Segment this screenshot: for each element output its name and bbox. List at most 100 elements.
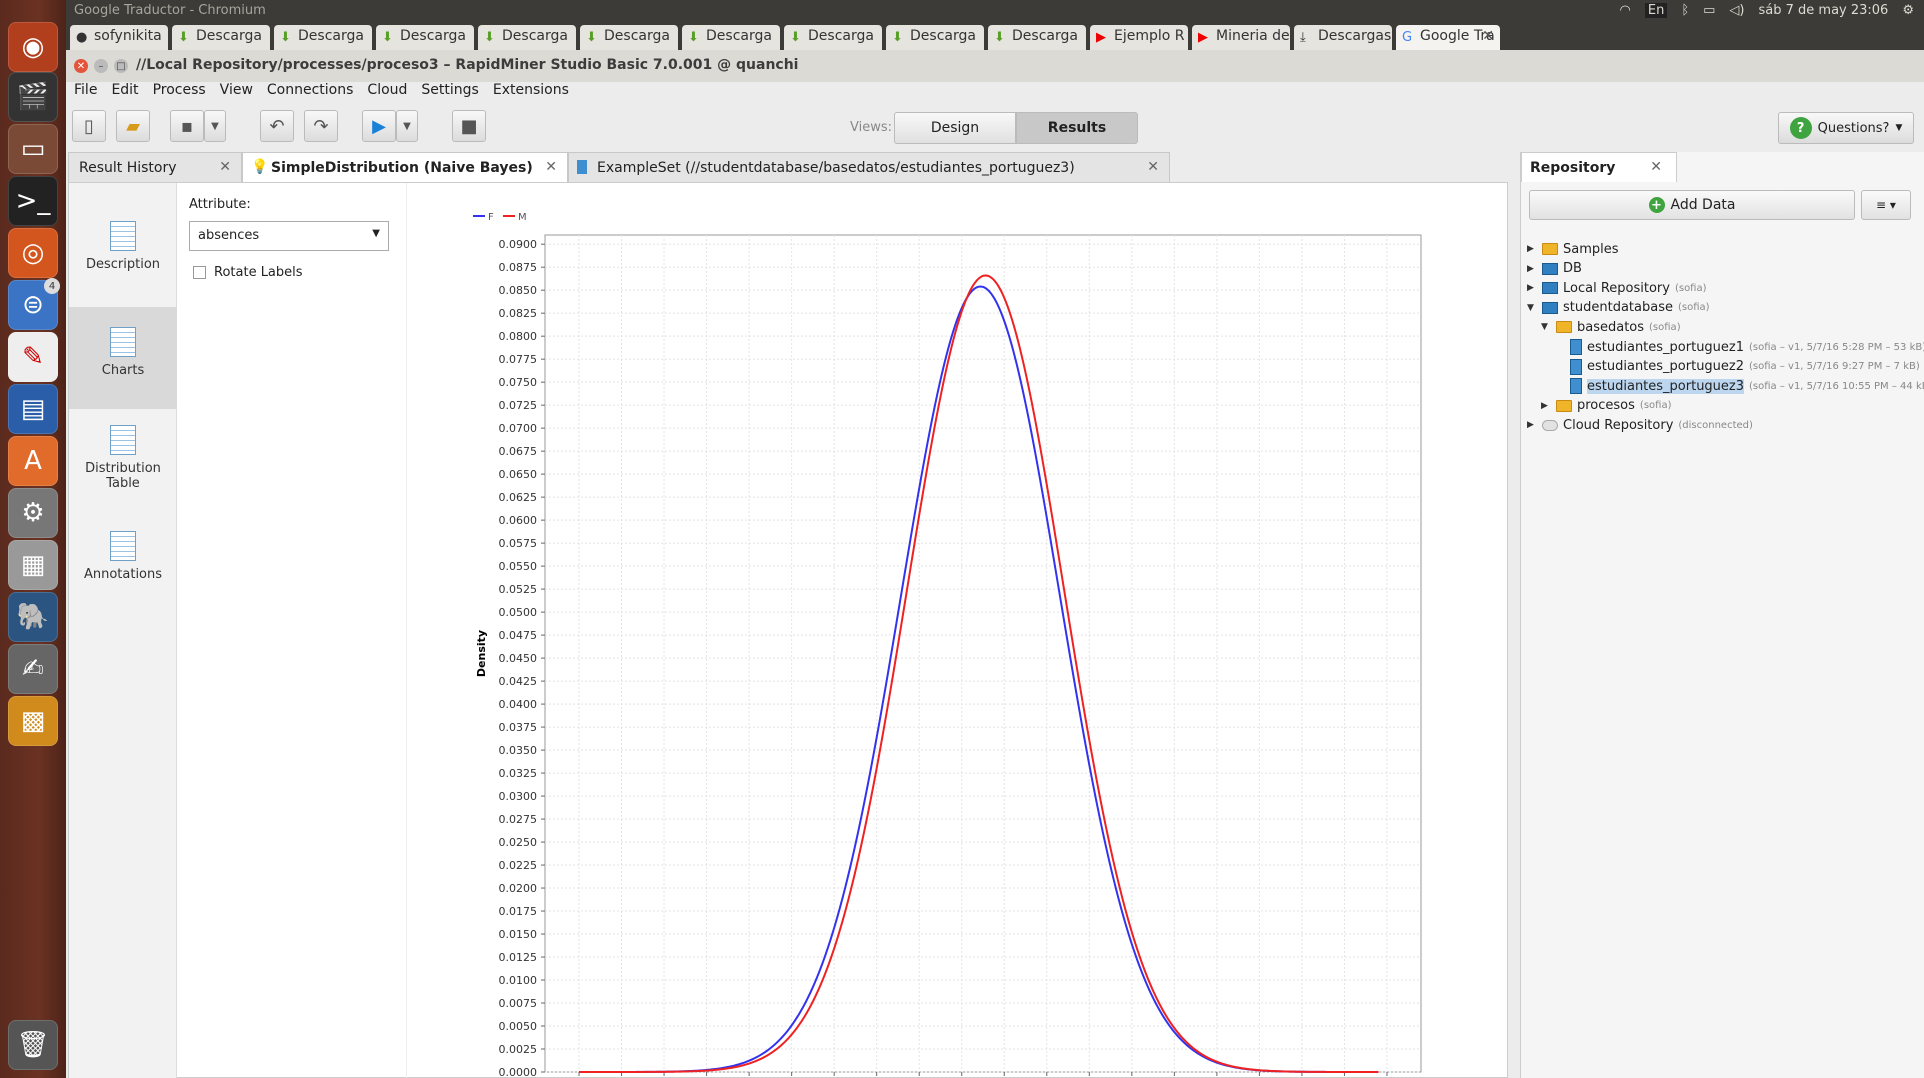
- run-button[interactable]: ▶: [362, 110, 396, 142]
- browser-tab[interactable]: ⬇ Descarga: [376, 25, 474, 50]
- system-settings-icon[interactable]: ⚙: [8, 488, 58, 538]
- postgresql-icon[interactable]: 🐘: [8, 592, 58, 642]
- add-data-button[interactable]: + Add Data: [1529, 190, 1855, 220]
- browser-tab[interactable]: ⬇ Descarga: [988, 25, 1086, 50]
- table-icon: [110, 425, 136, 455]
- browser-tab[interactable]: ⬇ Descarga: [784, 25, 882, 50]
- tab-simple-distribution[interactable]: 💡 SimpleDistribution (Naive Bayes) ✕: [242, 152, 568, 182]
- results-view-button[interactable]: Results: [1016, 112, 1138, 144]
- nav-charts[interactable]: Charts: [69, 307, 177, 409]
- chevron-down-icon: ▼: [372, 228, 380, 239]
- maximize-window-icon[interactable]: □: [114, 59, 128, 73]
- save-button[interactable]: ▪: [170, 110, 204, 142]
- wifi-icon[interactable]: ◠: [1620, 3, 1631, 18]
- expanded-arrow-icon[interactable]: ▼: [1527, 303, 1537, 313]
- menu-process[interactable]: Process: [153, 82, 206, 102]
- tab-exampleset[interactable]: ExampleSet (//studentdatabase/basedatos/…: [568, 152, 1170, 182]
- close-icon[interactable]: ✕: [219, 159, 231, 175]
- volume-icon[interactable]: ◁): [1729, 3, 1744, 18]
- collapsed-arrow-icon[interactable]: ▶: [1527, 244, 1537, 254]
- menu-settings[interactable]: Settings: [421, 82, 478, 102]
- chevron-down-icon: ▼: [403, 120, 411, 132]
- file-manager-icon[interactable]: ▭: [8, 124, 58, 174]
- tab-result-history[interactable]: Result History ✕: [68, 152, 242, 182]
- keyboard-layout[interactable]: En: [1644, 3, 1668, 18]
- questions-button[interactable]: ? Questions? ▼: [1778, 112, 1914, 144]
- text-editor-icon[interactable]: ✍: [8, 644, 58, 694]
- chromium-icon[interactable]: ⊜ 4: [8, 278, 60, 330]
- firefox-icon[interactable]: ◎: [8, 228, 58, 278]
- redo-button[interactable]: ↷: [304, 110, 338, 142]
- nav-distribution-table[interactable]: Distribution Table: [69, 425, 177, 505]
- browser-tab[interactable]: ⬇ Descarga: [682, 25, 780, 50]
- tab-repository[interactable]: Repository ✕: [1521, 152, 1677, 182]
- collapsed-arrow-icon[interactable]: ▶: [1527, 283, 1537, 293]
- nav-description[interactable]: Description: [69, 221, 177, 301]
- close-icon[interactable]: ✕: [1147, 159, 1159, 175]
- menu-cloud[interactable]: Cloud: [367, 82, 407, 102]
- rapidminer-icon[interactable]: ▩: [8, 696, 58, 746]
- browser-tab[interactable]: ⬇ Descarga: [478, 25, 576, 50]
- menu-edit[interactable]: Edit: [111, 82, 138, 102]
- browser-tab[interactable]: ● sofynikita: [70, 25, 168, 50]
- chevron-down-icon: ▼: [211, 120, 219, 132]
- expanded-arrow-icon[interactable]: ▼: [1541, 322, 1551, 332]
- close-tab-icon[interactable]: ✕: [1482, 28, 1494, 44]
- browser-tab[interactable]: ⬇ Descarga: [274, 25, 372, 50]
- bluetooth-icon[interactable]: ᛒ: [1681, 3, 1689, 18]
- browser-tab[interactable]: ⬇ Descarga: [172, 25, 270, 50]
- terminal-icon[interactable]: >_: [8, 176, 58, 226]
- ubuntu-dash-icon[interactable]: ◉: [8, 22, 58, 72]
- download-icon: ⬇: [790, 30, 801, 45]
- run-options-button[interactable]: ▼: [396, 110, 418, 142]
- new-process-button[interactable]: ▯: [72, 110, 106, 142]
- tree-item[interactable]: ▶ Cloud Repository (disconnected): [1527, 414, 1753, 436]
- menu-extensions[interactable]: Extensions: [493, 82, 569, 102]
- video-editor-icon[interactable]: 🎬: [8, 72, 58, 122]
- rotate-labels-checkbox[interactable]: [193, 266, 206, 279]
- menu-file[interactable]: File: [74, 82, 97, 102]
- calculator-icon[interactable]: ▦: [8, 540, 58, 590]
- system-gear-icon[interactable]: ⚙: [1902, 3, 1914, 18]
- browser-tab-strip: ● sofynikita ⬇ Descarga ⬇ Descarga ⬇ Descarg…: [66, 22, 1924, 50]
- google-translate-icon: G: [1402, 30, 1413, 45]
- minimize-window-icon[interactable]: –: [94, 59, 108, 73]
- collapsed-arrow-icon[interactable]: ▶: [1541, 401, 1551, 411]
- browser-tab[interactable]: ⤓ Descargas: [1294, 25, 1392, 50]
- open-button[interactable]: ▰: [116, 110, 150, 142]
- nav-annotations[interactable]: Annotations: [69, 531, 177, 601]
- undo-button[interactable]: ↶: [260, 110, 294, 142]
- tree-item-meta: (sofia – v1, 5/7/16 10:55 PM – 44 kB): [1749, 380, 1924, 392]
- trash-icon[interactable]: 🗑: [8, 1020, 58, 1070]
- battery-icon[interactable]: ▭: [1703, 3, 1715, 18]
- open-folder-icon: ▰: [126, 115, 140, 137]
- rotate-labels-option[interactable]: Rotate Labels: [193, 265, 303, 280]
- collapsed-arrow-icon[interactable]: ▶: [1527, 420, 1537, 430]
- browser-tab[interactable]: ▶ Ejemplo R: [1090, 25, 1188, 50]
- attribute-label: Attribute:: [189, 197, 251, 212]
- close-icon[interactable]: ✕: [545, 159, 557, 175]
- close-icon[interactable]: ✕: [1650, 159, 1662, 175]
- browser-tab-active[interactable]: G Google Tra ✕: [1396, 25, 1500, 50]
- save-options-button[interactable]: ▼: [204, 110, 226, 142]
- clock[interactable]: sáb 7 de may 23:06: [1759, 3, 1889, 18]
- close-window-icon[interactable]: ✕: [74, 59, 88, 73]
- menu-connections[interactable]: Connections: [267, 82, 354, 102]
- menu-view[interactable]: View: [220, 82, 253, 102]
- browser-tab[interactable]: ⬇ Descarga: [580, 25, 678, 50]
- dataset-icon: [1570, 358, 1582, 375]
- repository-menu-button[interactable]: ≡ ▾: [1861, 190, 1911, 220]
- attribute-select[interactable]: absences ▼: [189, 221, 389, 251]
- software-center-icon[interactable]: A: [8, 436, 58, 486]
- stop-button[interactable]: ■: [452, 110, 486, 142]
- writer-icon[interactable]: ▤: [8, 384, 58, 434]
- collapsed-arrow-icon[interactable]: ▶: [1527, 264, 1537, 274]
- repository-icon: [1542, 282, 1558, 295]
- browser-tab[interactable]: ▶ Mineria de: [1192, 25, 1290, 50]
- description-icon: [110, 221, 136, 251]
- browser-tab[interactable]: ⬇ Descarga: [886, 25, 984, 50]
- pdf-viewer-icon[interactable]: ✎: [8, 332, 58, 382]
- design-view-button[interactable]: Design: [894, 112, 1016, 144]
- system-top-bar: Google Traductor - Chromium ◠ En ᛒ ▭ ◁) …: [66, 0, 1924, 24]
- app-title: //Local Repository/processes/proceso3 – …: [136, 57, 799, 73]
